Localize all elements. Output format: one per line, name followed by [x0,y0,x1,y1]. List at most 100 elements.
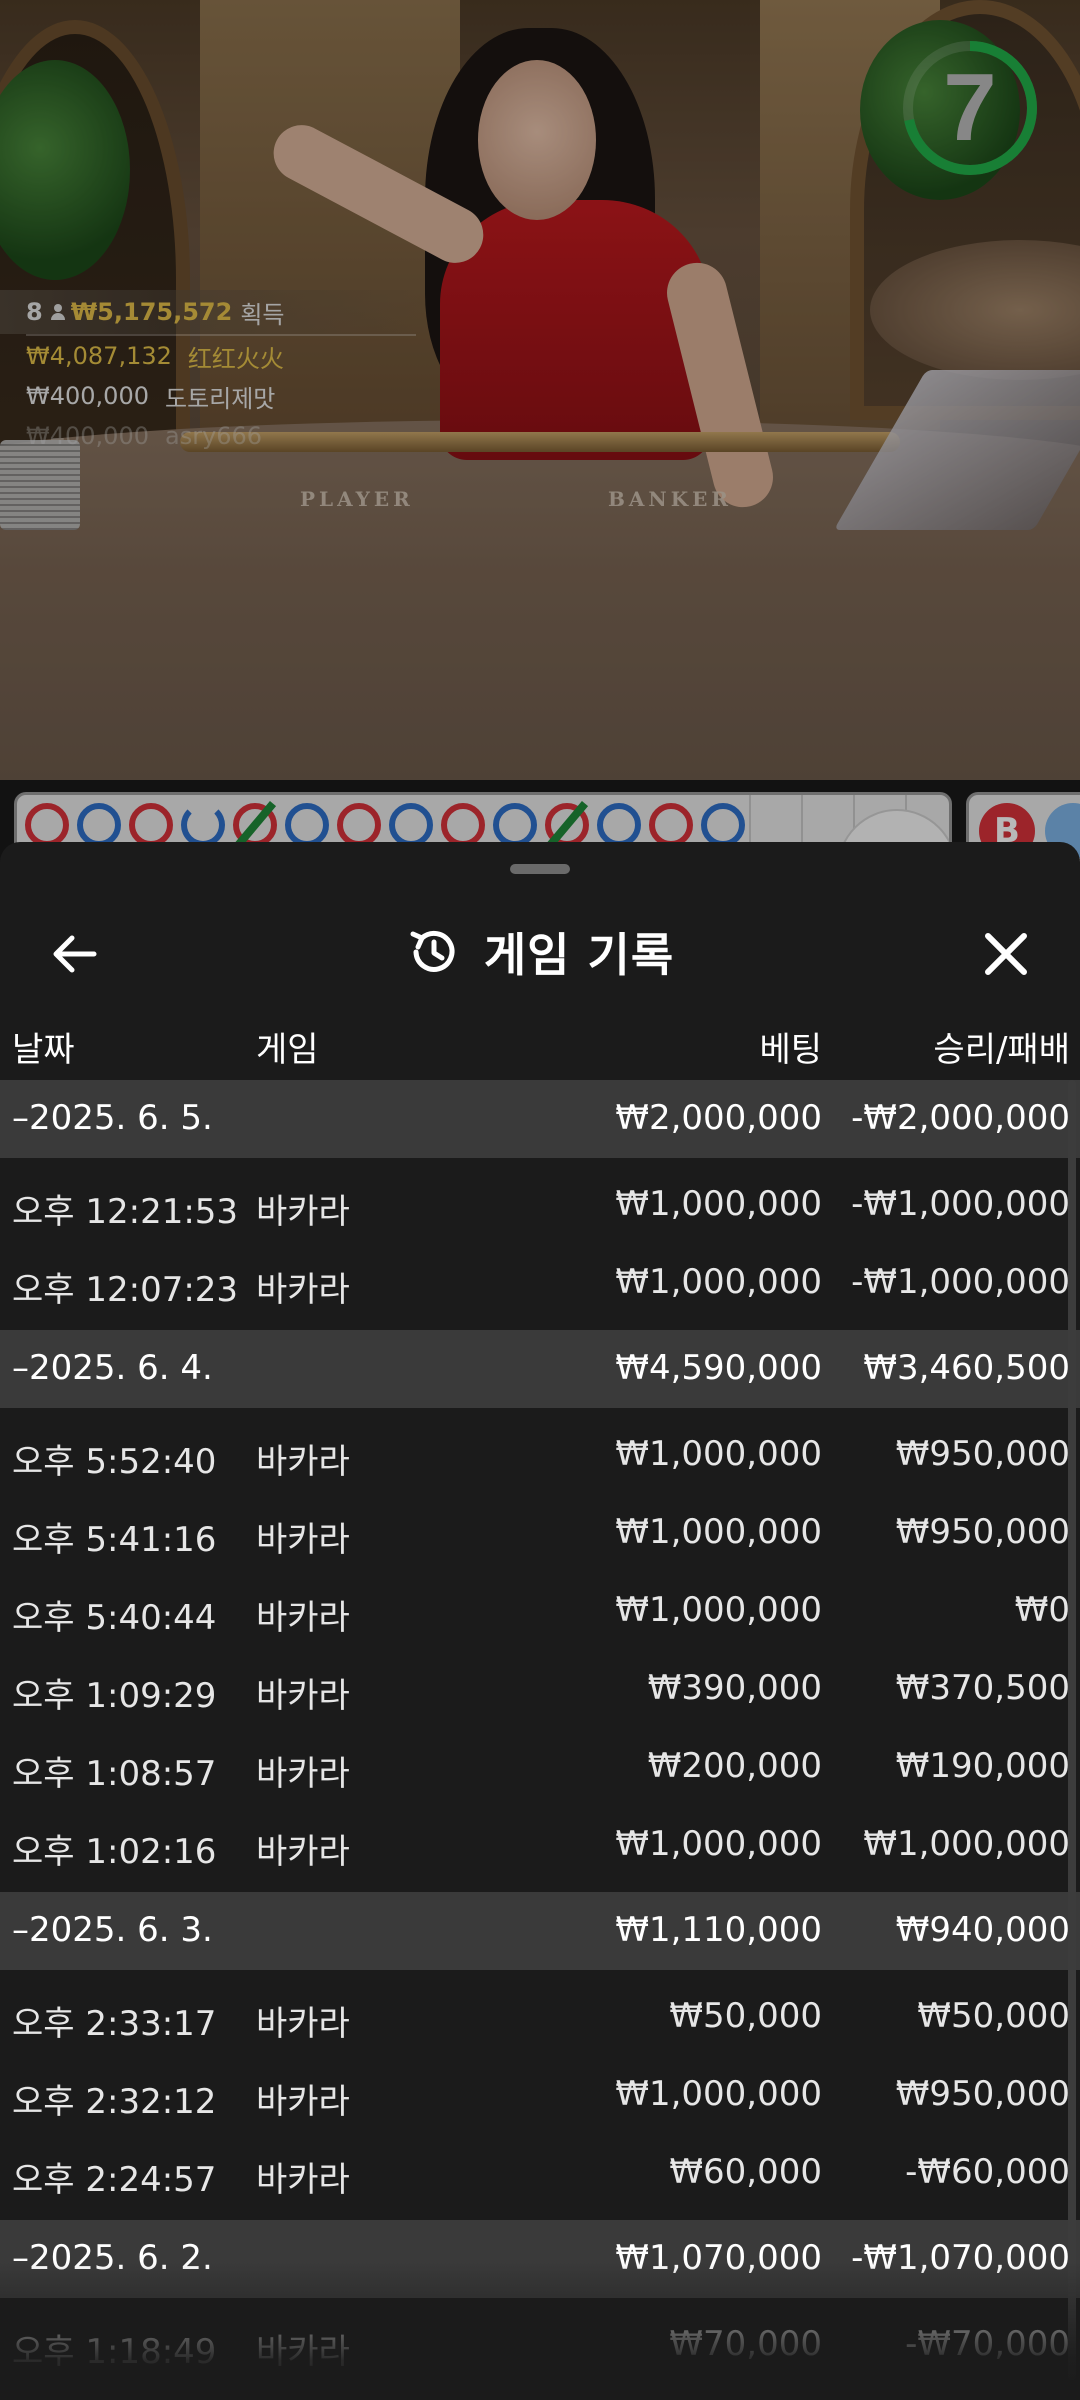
group-bet-total: ₩2,000,000 [615,1098,822,1138]
row-time: 오후 2:33:17 [12,2004,217,2044]
row-time: 오후 2:32:12 [12,2082,217,2122]
row-time: 오후 1:09:29 [12,1676,217,1716]
row-game: 바카라 [256,2004,350,2044]
group-bet-total: ₩1,110,000 [615,1910,822,1950]
history-row[interactable]: 오후 2:32:12 바카라 ₩1,000,000 ₩950,000 [0,2056,1080,2134]
row-game: 바카라 [256,1192,350,1232]
history-row[interactable]: 오후 1:02:16 바카라 ₩1,000,000 ₩1,000,000 [0,1806,1080,1884]
history-list[interactable]: –2025. 6. 5. ₩2,000,000 -₩2,000,000 오후 12:2… [0,1080,1080,2392]
row-win-loss: -₩60,000 [905,2152,1070,2192]
row-time: 오후 1:18:49 [12,2332,217,2372]
row-game: 바카라 [256,1520,350,1560]
close-button[interactable] [968,916,1044,992]
row-time: 오후 2:24:57 [12,2160,217,2200]
sheet-header: 게임 기록 [0,882,1080,1012]
date-group-row[interactable]: –2025. 6. 4. ₩4,590,000 ₩3,460,500 [0,1330,1080,1408]
group-bet-total: ₩4,590,000 [615,1348,822,1388]
row-game: 바카라 [256,1442,350,1482]
row-bet: ₩70,000 [669,2324,822,2364]
row-bet: ₩1,000,000 [615,1512,822,1552]
group-win-total: ₩3,460,500 [863,1348,1070,1388]
column-header-date[interactable]: 날짜 [12,1022,75,1071]
row-time: 오후 5:52:40 [12,1442,217,1482]
history-row[interactable]: 오후 1:08:57 바카라 ₩200,000 ₩190,000 [0,1728,1080,1806]
history-row[interactable]: 오후 5:41:16 바카라 ₩1,000,000 ₩950,000 [0,1494,1080,1572]
group-win-total: -₩2,000,000 [851,1098,1070,1138]
group-date: –2025. 6. 2. [12,2238,213,2278]
row-win-loss: -₩1,000,000 [851,1184,1070,1224]
row-game: 바카라 [256,1270,350,1310]
date-group-row[interactable]: –2025. 6. 5. ₩2,000,000 -₩2,000,000 [0,1080,1080,1158]
drag-handle[interactable] [510,864,570,874]
history-row[interactable]: 오후 12:07:23 바카라 ₩1,000,000 -₩1,000,000 [0,1244,1080,1322]
date-group-row[interactable]: –2025. 6. 2. ₩1,070,000 -₩1,070,000 [0,2220,1080,2298]
dim-overlay [0,0,1080,860]
history-row[interactable]: 오후 12:21:53 바카라 ₩1,000,000 -₩1,000,000 [0,1166,1080,1244]
sheet-title: 게임 기록 [483,928,675,982]
row-time: 오후 1:08:57 [12,1754,217,1794]
row-bet: ₩1,000,000 [615,1434,822,1474]
row-win-loss: ₩0 [1014,1590,1070,1630]
row-win-loss: ₩950,000 [895,1434,1070,1474]
group-win-total: ₩940,000 [895,1910,1070,1950]
history-row[interactable]: 오후 1:09:29 바카라 ₩390,000 ₩370,500 [0,1650,1080,1728]
group-win-total: -₩1,070,000 [851,2238,1070,2278]
row-bet: ₩1,000,000 [615,1590,822,1630]
row-time: 오후 1:02:16 [12,1832,217,1872]
row-time: 오후 12:07:23 [12,1270,239,1310]
row-win-loss: -₩1,000,000 [851,1262,1070,1302]
row-game: 바카라 [256,1754,350,1794]
row-bet: ₩390,000 [647,1668,822,1708]
row-bet: ₩50,000 [669,1996,822,2036]
row-win-loss: ₩1,000,000 [863,1824,1070,1864]
row-win-loss: ₩950,000 [895,1512,1070,1552]
group-date: –2025. 6. 3. [12,1910,213,1950]
history-row[interactable]: 오후 2:24:57 바카라 ₩60,000 -₩60,000 [0,2134,1080,2212]
history-row[interactable]: 오후 1:18:49 바카라 ₩70,000 -₩70,000 [0,2306,1080,2384]
date-group-row[interactable]: –2025. 6. 3. ₩1,110,000 ₩940,000 [0,1892,1080,1970]
row-win-loss: ₩950,000 [895,2074,1070,2114]
row-game: 바카라 [256,2082,350,2122]
column-header-game[interactable]: 게임 [256,1022,319,1071]
column-header-win-loss[interactable]: 승리/패배 [933,1022,1070,1071]
history-row[interactable]: 오후 2:33:17 바카라 ₩50,000 ₩50,000 [0,1978,1080,2056]
row-time: 오후 12:21:53 [12,1192,239,1232]
row-win-loss: ₩50,000 [917,1996,1070,2036]
row-bet: ₩200,000 [647,1746,822,1786]
row-time: 오후 5:41:16 [12,1520,217,1560]
row-bet: ₩1,000,000 [615,1262,822,1302]
close-icon [985,933,1027,975]
row-game: 바카라 [256,1598,350,1638]
game-history-sheet: 게임 기록 날짜 게임 베팅 승리/패배 –2025. 6. 5. ₩2,000,… [0,842,1080,2400]
row-bet: ₩60,000 [669,2152,822,2192]
row-win-loss: -₩70,000 [905,2324,1070,2364]
row-game: 바카라 [256,1832,350,1872]
row-win-loss: ₩370,500 [895,1668,1070,1708]
table-header: 날짜 게임 베팅 승리/패배 [0,1012,1080,1080]
row-game: 바카라 [256,1676,350,1716]
row-bet: ₩1,000,000 [615,1184,822,1224]
row-time: 오후 5:40:44 [12,1598,217,1638]
history-row[interactable]: 오후 5:40:44 바카라 ₩1,000,000 ₩0 [0,1572,1080,1650]
sheet-title-wrap: 게임 기록 [0,912,1080,992]
row-game: 바카라 [256,2332,350,2372]
history-icon [410,930,455,972]
group-date: –2025. 6. 4. [12,1348,213,1388]
group-date: –2025. 6. 5. [12,1098,213,1138]
history-row[interactable]: 오후 5:52:40 바카라 ₩1,000,000 ₩950,000 [0,1416,1080,1494]
column-header-bet[interactable]: 베팅 [759,1022,822,1071]
row-game: 바카라 [256,2160,350,2200]
scrollbar[interactable] [1068,1080,1076,2380]
group-bet-total: ₩1,070,000 [615,2238,822,2278]
row-win-loss: ₩190,000 [895,1746,1070,1786]
row-bet: ₩1,000,000 [615,2074,822,2114]
row-bet: ₩1,000,000 [615,1824,822,1864]
